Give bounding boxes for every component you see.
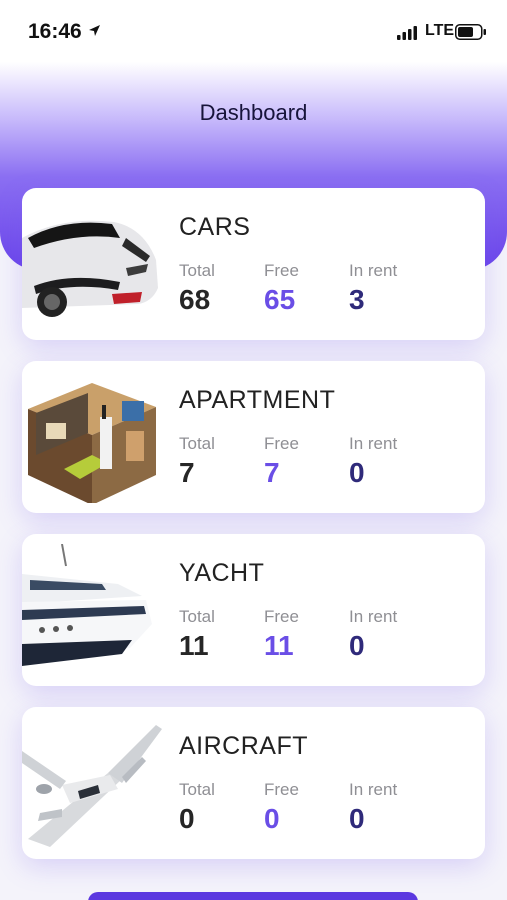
card-title: AIRCRAFT [179, 732, 308, 760]
free-label: Free [264, 780, 299, 799]
signal-bars-icon [397, 26, 419, 45]
total-value: 68 [179, 284, 211, 315]
sports-car-image [22, 220, 158, 317]
yacht-image [22, 544, 152, 666]
category-card-apartment[interactable]: APARTMENT Total Free In rent 7 7 0 [22, 361, 485, 513]
private-jet-image [22, 725, 162, 847]
location-arrow-icon [88, 24, 101, 42]
in-rent-value: 0 [349, 630, 365, 661]
in-rent-label: In rent [349, 261, 398, 280]
total-label: Total [179, 434, 215, 453]
category-card-yacht[interactable]: YACHT Total Free In rent 11 11 0 [22, 534, 485, 686]
battery-icon [455, 24, 487, 45]
total-value: 7 [179, 457, 195, 488]
card-title: APARTMENT [179, 386, 336, 414]
in-rent-value: 0 [349, 457, 365, 488]
free-label: Free [264, 434, 299, 453]
total-label: Total [179, 261, 215, 280]
bottom-action-bar[interactable] [88, 892, 418, 900]
status-bar: 16:46 LTE [0, 0, 507, 62]
category-card-cars[interactable]: CARS Total Free In rent 68 65 3 [22, 188, 485, 340]
card-title: YACHT [179, 559, 265, 587]
free-value: 11 [264, 630, 294, 661]
total-label: Total [179, 607, 215, 626]
page-title: Dashboard [199, 100, 308, 125]
card-title: CARS [179, 213, 251, 241]
total-value: 11 [179, 630, 209, 661]
status-time: 16:46 [28, 20, 82, 43]
free-label: Free [264, 607, 299, 626]
in-rent-value: 3 [349, 284, 365, 315]
apartment-image [28, 383, 156, 503]
in-rent-value: 0 [349, 803, 365, 834]
network-type-label: LTE [425, 22, 455, 39]
free-value: 0 [264, 803, 280, 834]
free-value: 7 [264, 457, 280, 488]
category-card-aircraft[interactable]: AIRCRAFT Total Free In rent 0 0 0 [22, 707, 485, 859]
free-label: Free [264, 261, 299, 280]
in-rent-label: In rent [349, 780, 398, 799]
in-rent-label: In rent [349, 607, 398, 626]
total-label: Total [179, 780, 215, 799]
free-value: 65 [264, 284, 296, 315]
total-value: 0 [179, 803, 195, 834]
in-rent-label: In rent [349, 434, 398, 453]
